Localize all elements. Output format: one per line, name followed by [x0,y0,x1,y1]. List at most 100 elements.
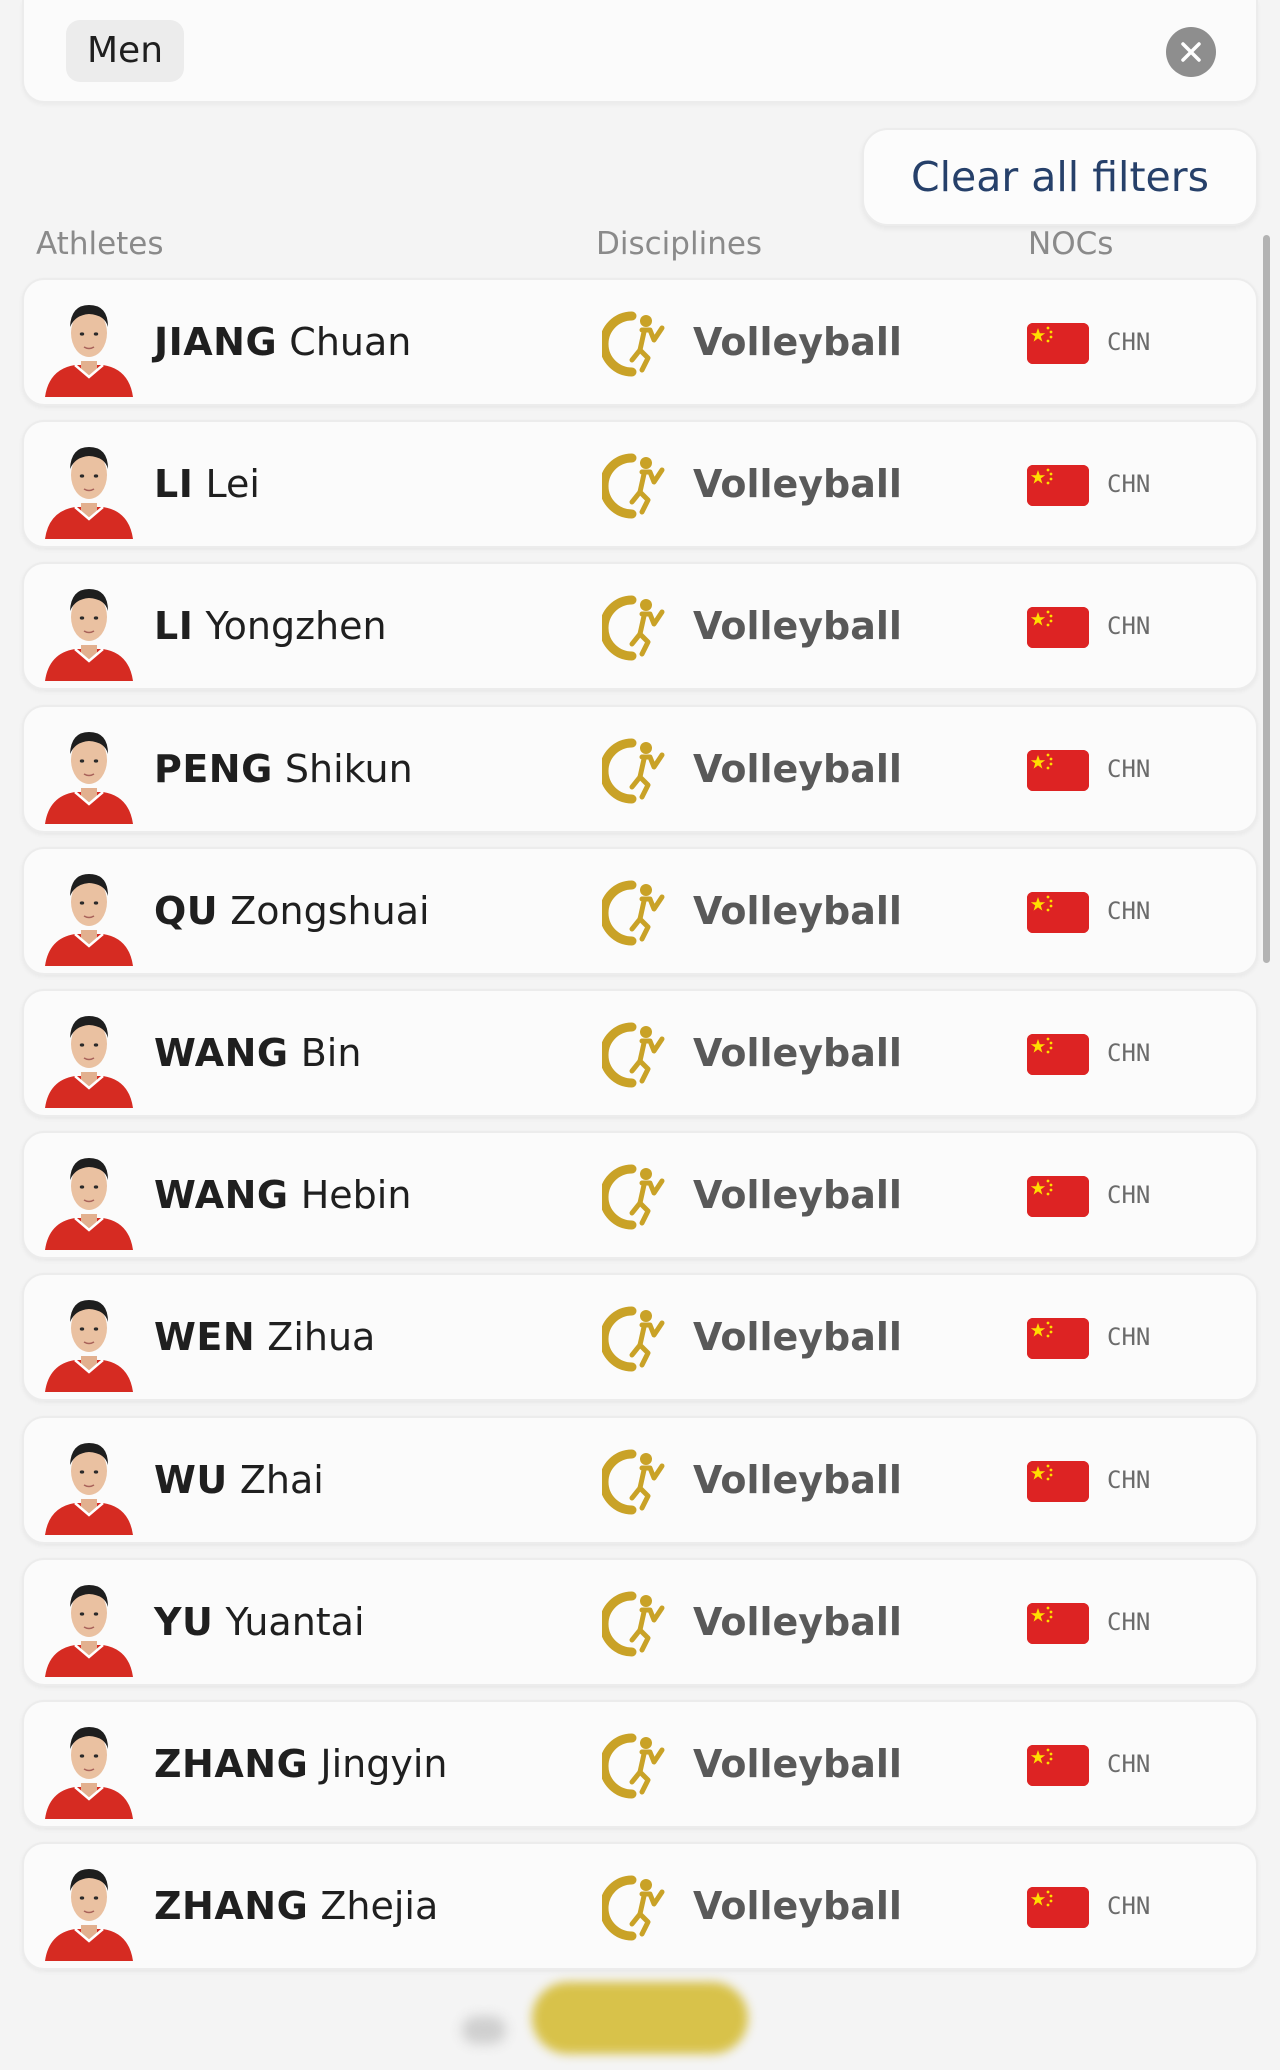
clear-filter-button[interactable] [1166,27,1216,77]
athlete-surname: PENG [154,747,273,791]
pagination-dot [462,2016,506,2044]
athlete-row[interactable]: WANG Bin Volleyball CHN [22,989,1258,1117]
china-flag-icon [1027,1034,1089,1075]
discipline-label: Volleyball [693,604,902,648]
athlete-row[interactable]: YU Yuantai Volleyball CHN [22,1558,1258,1686]
china-flag-icon [1027,892,1089,933]
discipline-label: Volleyball [693,1031,902,1075]
athlete-row[interactable]: PENG Shikun Volleyball CHN [22,705,1258,833]
volleyball-icon [602,1733,665,1799]
athlete-name[interactable]: PENG Shikun [154,707,413,831]
athlete-surname: YU [154,1600,214,1644]
athlete-given-name: Zihua [267,1315,376,1359]
athlete-row[interactable]: LI Yongzhen Volleyball CHN [22,562,1258,690]
discipline-label: Volleyball [693,1600,902,1644]
athlete-given-name: Lei [205,462,260,506]
athlete-name[interactable]: LI Lei [154,422,260,546]
athlete-avatar [45,589,133,681]
close-icon [1181,42,1201,62]
discipline-label: Volleyball [693,1315,902,1359]
athlete-row[interactable]: LI Lei Volleyball CHN [22,420,1258,548]
athlete-avatar [45,1016,133,1108]
athlete-given-name: Shikun [284,747,413,791]
athlete-avatar [45,1443,133,1535]
volleyball-icon [602,595,665,661]
athlete-surname: ZHANG [154,1742,309,1786]
athlete-avatar [45,1300,133,1392]
athlete-name[interactable]: ZHANG Zhejia [154,1844,438,1968]
athlete-row[interactable]: WANG Hebin Volleyball CHN [22,1131,1258,1259]
noc-code: CHN [1107,755,1151,783]
scrollbar-thumb[interactable] [1263,235,1270,963]
volleyball-icon [602,1306,665,1372]
clear-all-filters-button[interactable]: Clear all filters [862,128,1258,226]
athlete-given-name: Zhai [239,1458,324,1502]
athlete-name[interactable]: WEN Zihua [154,1275,375,1399]
china-flag-icon [1027,1603,1089,1644]
athlete-name[interactable]: WU Zhai [154,1418,324,1542]
pagination-indicator[interactable] [532,1982,748,2054]
athlete-name[interactable]: YU Yuantai [154,1560,365,1684]
volleyball-icon [602,1164,665,1230]
discipline-label: Volleyball [693,1884,902,1928]
noc-code: CHN [1107,328,1151,356]
athlete-row[interactable]: JIANG Chuan Volleyball CHN [22,278,1258,406]
noc-code: CHN [1107,470,1151,498]
athlete-surname: WU [154,1458,228,1502]
china-flag-icon [1027,750,1089,791]
athlete-surname: WANG [154,1173,289,1217]
discipline-label: Volleyball [693,1742,902,1786]
athlete-avatar [45,732,133,824]
china-flag-icon [1027,607,1089,648]
filter-chip-men[interactable]: Men [66,20,185,82]
discipline-label: Volleyball [693,1458,902,1502]
discipline-label: Volleyball [693,1173,902,1217]
athlete-avatar [45,874,133,966]
athlete-name[interactable]: WANG Bin [154,991,361,1115]
athlete-surname: QU [154,889,219,933]
athlete-given-name: Yongzhen [205,604,387,648]
discipline-label: Volleyball [693,747,902,791]
athlete-row[interactable]: WU Zhai Volleyball CHN [22,1416,1258,1544]
athlete-row[interactable]: ZHANG Jingyin Volleyball CHN [22,1700,1258,1828]
athlete-given-name: Jingyin [320,1742,448,1786]
athlete-name[interactable]: LI Yongzhen [154,564,387,688]
noc-code: CHN [1107,1750,1151,1778]
volleyball-icon [602,738,665,804]
athlete-row[interactable]: QU Zongshuai Volleyball CHN [22,847,1258,975]
china-flag-icon [1027,1176,1089,1217]
volleyball-icon [602,453,665,519]
china-flag-icon [1027,323,1089,364]
china-flag-icon [1027,1318,1089,1359]
athletes-page: Men Clear all filters Athletes Disciplin… [0,0,1280,2070]
athlete-given-name: Zongshuai [230,889,430,933]
china-flag-icon [1027,465,1089,506]
athlete-surname: WEN [154,1315,256,1359]
athlete-name[interactable]: JIANG Chuan [154,280,411,404]
china-flag-icon [1027,1461,1089,1502]
athlete-name[interactable]: QU Zongshuai [154,849,430,973]
athlete-name[interactable]: ZHANG Jingyin [154,1702,447,1826]
china-flag-icon [1027,1745,1089,1786]
noc-code: CHN [1107,1608,1151,1636]
volleyball-icon [602,1022,665,1088]
athlete-given-name: Hebin [300,1173,412,1217]
athlete-avatar [45,1585,133,1677]
athlete-avatar [45,1727,133,1819]
athlete-row[interactable]: WEN Zihua Volleyball CHN [22,1273,1258,1401]
athlete-given-name: Bin [300,1031,362,1075]
noc-code: CHN [1107,1181,1151,1209]
column-header-disciplines[interactable]: Disciplines [596,226,762,262]
column-header-nocs[interactable]: NOCs [1028,226,1113,262]
noc-code: CHN [1107,1892,1151,1920]
athlete-row[interactable]: ZHANG Zhejia Volleyball CHN [22,1842,1258,1970]
athlete-avatar [45,447,133,539]
athlete-surname: LI [154,462,194,506]
column-header-athletes[interactable]: Athletes [36,226,164,262]
athlete-surname: ZHANG [154,1884,309,1928]
discipline-label: Volleyball [693,889,902,933]
active-filters-bar: Men [22,0,1258,103]
noc-code: CHN [1107,612,1151,640]
athlete-name[interactable]: WANG Hebin [154,1133,411,1257]
noc-code: CHN [1107,1323,1151,1351]
